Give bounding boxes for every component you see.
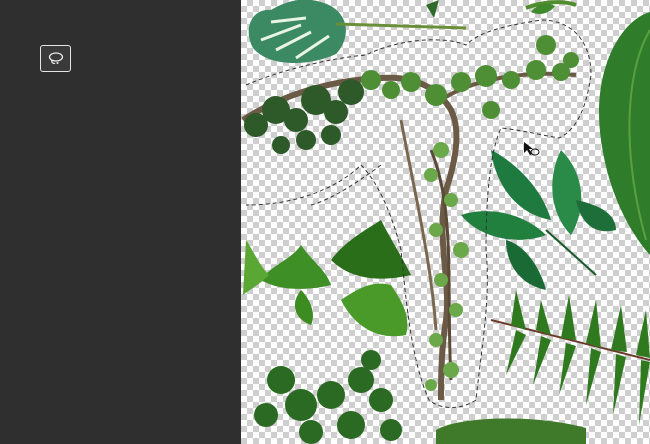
lasso-tool-button[interactable] bbox=[40, 45, 71, 72]
tool-options-panel bbox=[0, 0, 241, 444]
fern-frond bbox=[490, 290, 650, 425]
compound-leaf bbox=[461, 150, 616, 290]
image-canvas[interactable] bbox=[241, 0, 650, 444]
ivy-cluster bbox=[243, 220, 411, 337]
lasso-cursor bbox=[524, 142, 540, 156]
vine-arch bbox=[241, 35, 579, 401]
lasso-icon bbox=[48, 51, 63, 64]
bottom-plant bbox=[254, 350, 402, 444]
